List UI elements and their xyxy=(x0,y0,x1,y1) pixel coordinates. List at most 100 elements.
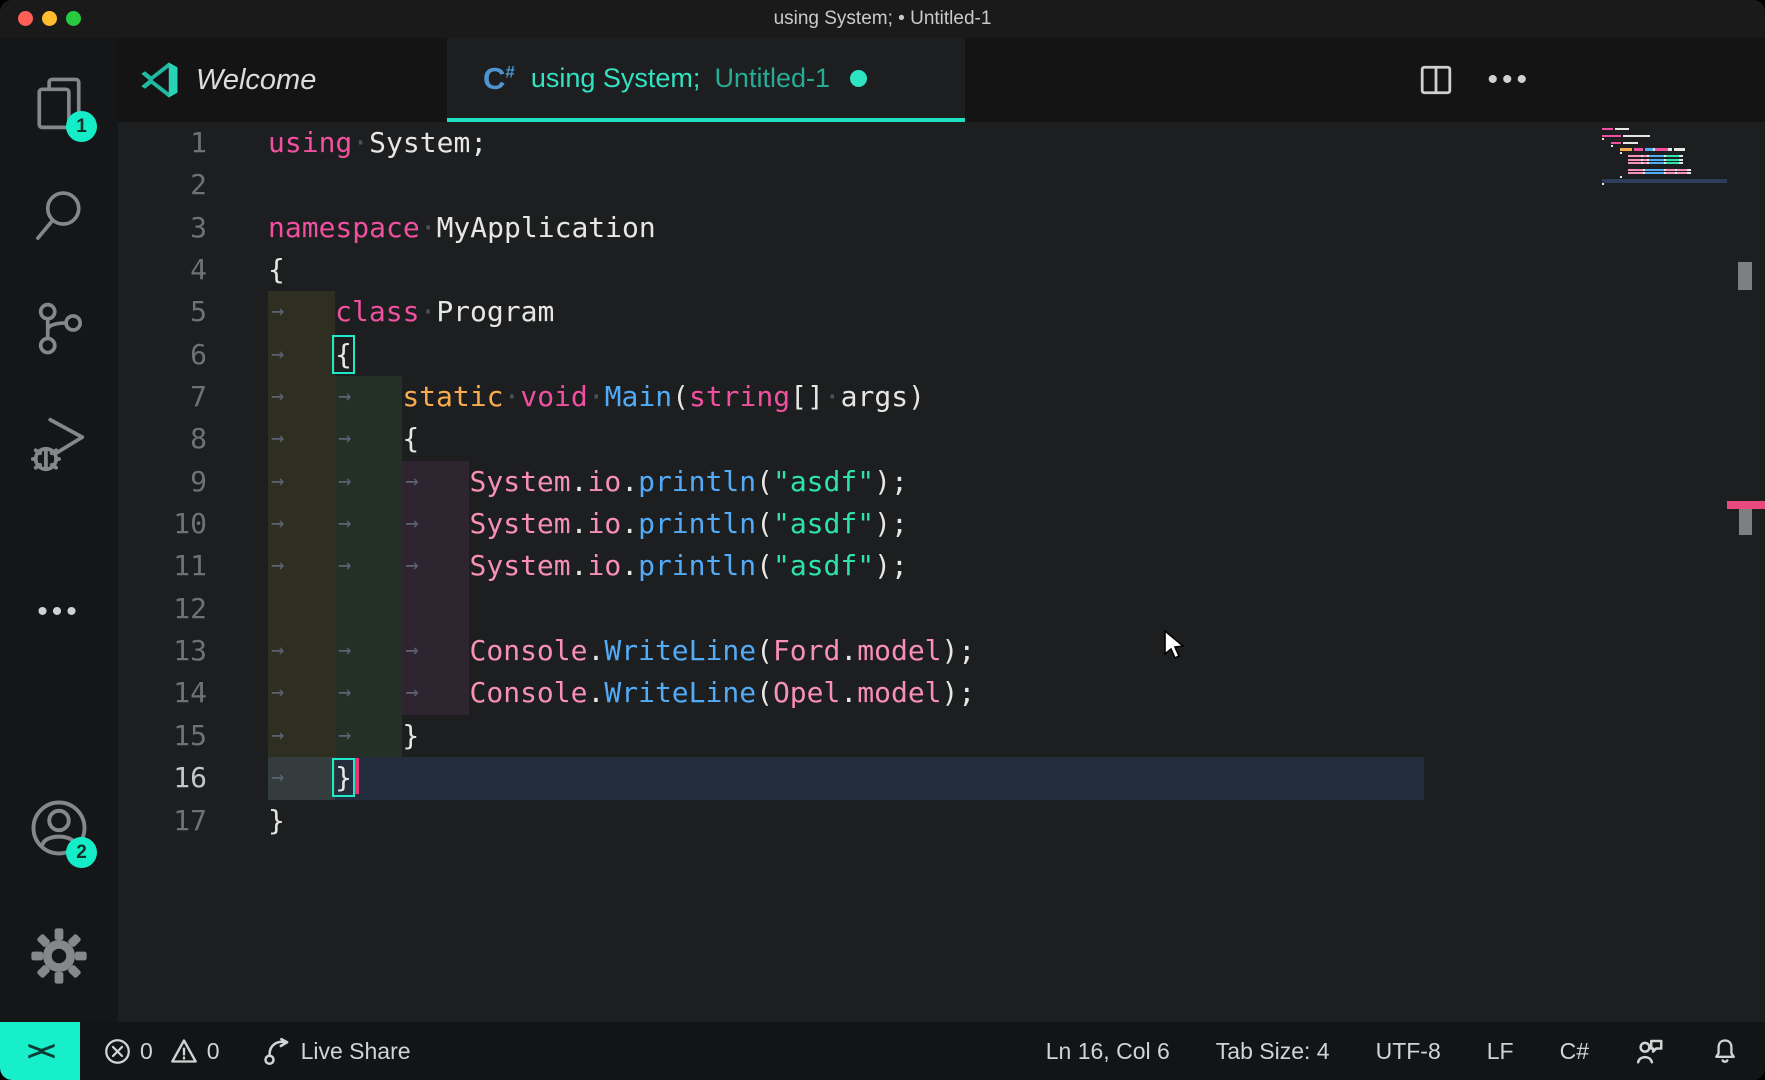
encoding-status[interactable]: UTF-8 xyxy=(1376,1038,1441,1065)
code-line[interactable]: →→→11System.io.println("asdf"); xyxy=(118,545,1765,587)
live-share-status[interactable]: Live Share xyxy=(262,1036,411,1066)
feedback-icon[interactable] xyxy=(1635,1036,1665,1066)
status-bar: >< 0 0 Live Share xyxy=(0,1022,1765,1080)
code-token: Console xyxy=(470,634,588,667)
code-line[interactable]: →→→10System.io.println("asdf"); xyxy=(118,503,1765,545)
tab-whitespace-arrow: → xyxy=(338,672,351,714)
code-text: System.io.println("asdf"); xyxy=(470,503,908,545)
tab-welcome-label: Welcome xyxy=(196,64,316,97)
remote-indicator[interactable]: >< xyxy=(0,1022,80,1080)
minimap-line xyxy=(1628,159,1683,161)
tab-whitespace-arrow: → xyxy=(338,376,351,418)
tab-whitespace-arrow: → xyxy=(405,630,418,672)
sidebar-item-more-actions[interactable]: ••• xyxy=(0,566,118,658)
code-lines: 1using·System;23namespace·MyApplication4… xyxy=(118,122,1765,842)
sidebar-item-run-debug[interactable] xyxy=(0,397,118,489)
code-line[interactable]: →→7static·void·Main(string[]·args) xyxy=(118,376,1765,418)
code-token: · xyxy=(419,295,436,328)
code-token: io xyxy=(588,465,622,498)
line-number: 13 xyxy=(118,630,207,672)
code-line[interactable]: 2 xyxy=(118,164,1765,206)
line-number: 2 xyxy=(118,164,207,206)
titlebar: using System; • Untitled-1 xyxy=(0,0,1765,38)
minimap-line xyxy=(1602,128,1629,130)
code-line[interactable]: →5class·Program xyxy=(118,291,1765,333)
tab-welcome[interactable]: Welcome xyxy=(118,38,447,122)
code-token: · xyxy=(420,211,437,244)
sidebar-item-source-control[interactable] xyxy=(0,284,118,376)
code-token: . xyxy=(571,549,588,582)
code-text: class·Program xyxy=(335,291,554,333)
code-token: ); xyxy=(942,676,976,709)
minimap-line xyxy=(1620,148,1685,150)
minimap-line xyxy=(1628,155,1683,157)
gear-icon xyxy=(27,924,91,988)
code-line[interactable]: 1using·System; xyxy=(118,122,1765,164)
error-icon xyxy=(104,1038,131,1065)
code-line[interactable]: →→→9System.io.println("asdf"); xyxy=(118,461,1765,503)
code-token: "asdf" xyxy=(773,507,874,540)
code-token: ); xyxy=(874,507,908,540)
code-line[interactable]: →→15} xyxy=(118,715,1765,757)
code-line[interactable]: →→→13Console.WriteLine(Ford.model); xyxy=(118,630,1765,672)
indent-guide-block xyxy=(268,588,335,630)
code-text: { xyxy=(268,249,285,291)
code-line[interactable]: 17} xyxy=(118,800,1765,842)
code-line[interactable]: 3namespace·MyApplication xyxy=(118,207,1765,249)
code-text: Console.WriteLine(Ford.model); xyxy=(470,630,976,672)
code-token: Main xyxy=(605,380,672,413)
overview-ruler-marker[interactable] xyxy=(1739,509,1752,535)
tab-whitespace-arrow: → xyxy=(405,461,418,503)
tab-whitespace-arrow: → xyxy=(338,545,351,587)
sidebar-item-search[interactable] xyxy=(0,171,118,263)
bell-icon[interactable] xyxy=(1711,1037,1739,1065)
mouse-cursor xyxy=(1163,630,1189,660)
sidebar-item-settings[interactable] xyxy=(0,910,118,1002)
code-token: System xyxy=(470,549,571,582)
code-editor[interactable]: 1using·System;23namespace·MyApplication4… xyxy=(118,122,1765,1022)
sidebar-item-accounts[interactable]: 2 xyxy=(0,782,118,874)
code-token: ); xyxy=(874,549,908,582)
more-actions-button[interactable]: ••• xyxy=(1487,65,1531,95)
code-line[interactable]: →→8{ xyxy=(118,418,1765,460)
indent-guide-block xyxy=(402,588,469,630)
code-token: . xyxy=(621,549,638,582)
sidebar-item-explorer[interactable]: 1 xyxy=(0,56,118,148)
code-line[interactable]: →→→14Console.WriteLine(Opel.model); xyxy=(118,672,1765,714)
zoom-window-button[interactable] xyxy=(66,11,81,26)
code-token: string xyxy=(689,380,790,413)
code-token: ( xyxy=(756,634,773,667)
code-line[interactable]: →6{ xyxy=(118,334,1765,376)
line-number: 17 xyxy=(118,800,207,842)
code-token: MyApplication xyxy=(437,211,656,244)
tab-whitespace-arrow: → xyxy=(271,545,284,587)
overview-ruler-marker[interactable] xyxy=(1738,262,1752,290)
live-share-icon xyxy=(262,1036,292,1066)
line-number: 4 xyxy=(118,249,207,291)
code-token: . xyxy=(621,507,638,540)
close-window-button[interactable] xyxy=(18,11,33,26)
current-line-highlight xyxy=(268,757,1424,799)
source-control-icon xyxy=(28,299,90,361)
code-token: void xyxy=(520,380,587,413)
code-line[interactable]: 12 xyxy=(118,588,1765,630)
unsaved-changes-dot[interactable] xyxy=(850,70,867,87)
eol-status[interactable]: LF xyxy=(1487,1038,1514,1065)
code-token: Ford xyxy=(773,634,840,667)
code-line[interactable]: 4{ xyxy=(118,249,1765,291)
code-token: class xyxy=(335,295,419,328)
code-token: . xyxy=(621,465,638,498)
problems-status[interactable]: 0 0 xyxy=(104,1037,220,1065)
ellipsis-icon: ••• xyxy=(37,597,81,627)
language-mode-status[interactable]: C# xyxy=(1560,1038,1589,1065)
tab-using-system[interactable]: C# using System; Untitled-1 xyxy=(447,38,965,122)
minimap-line xyxy=(1620,176,1622,178)
line-number: 14 xyxy=(118,672,207,714)
code-line[interactable]: →16} xyxy=(118,757,1765,799)
tab-size-status[interactable]: Tab Size: 4 xyxy=(1216,1038,1330,1065)
code-text: { xyxy=(402,418,419,460)
cursor-position-status[interactable]: Ln 16, Col 6 xyxy=(1046,1038,1170,1065)
split-editor-button[interactable] xyxy=(1419,63,1453,97)
code-token: io xyxy=(588,549,622,582)
minimize-window-button[interactable] xyxy=(42,11,57,26)
